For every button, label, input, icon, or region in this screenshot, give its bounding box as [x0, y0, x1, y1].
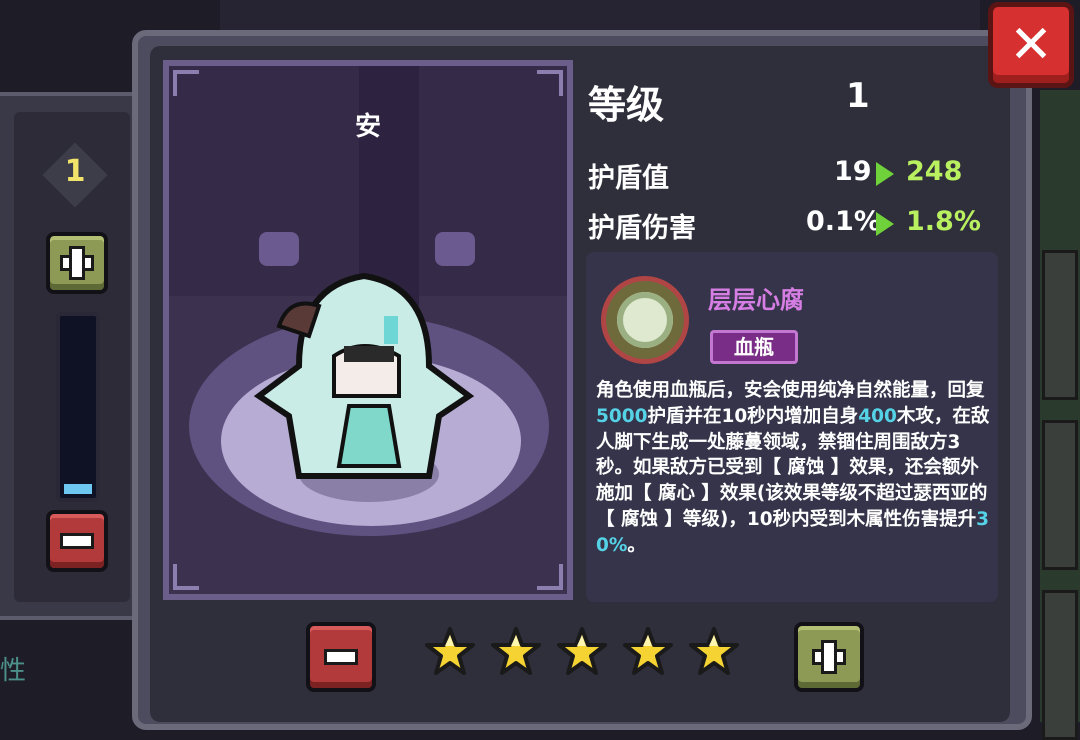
star-icon	[490, 626, 542, 678]
background-card	[1042, 590, 1078, 740]
rose-emblem	[617, 292, 673, 348]
minus-icon	[60, 524, 94, 558]
side-tab-label[interactable]: 性	[0, 650, 26, 687]
skill-name: 层层心腐	[708, 286, 804, 314]
skill-text: 。	[627, 534, 646, 556]
skill-text: 角色使用血瓶后，安会使用纯净自然能量，回复	[596, 380, 985, 401]
upgrade-arrow-icon	[876, 212, 894, 236]
close-icon: ✕	[1009, 15, 1053, 75]
character-sprite	[253, 272, 475, 479]
shield-damage-new-value: 1.8%	[906, 206, 981, 237]
quantity-slider[interactable]	[56, 312, 100, 502]
star-icon	[424, 626, 476, 678]
character-name: 安	[354, 112, 381, 142]
close-button[interactable]: ✕	[988, 2, 1074, 88]
skill-tag-badge: 血瓶	[710, 330, 798, 364]
shield-new-value: 248	[906, 156, 963, 187]
star-icon	[622, 626, 674, 678]
shield-damage-old-value: 0.1%	[806, 206, 881, 237]
quantity-value: 1	[64, 154, 86, 189]
skill-text: 护盾并在10秒内增加自身	[647, 405, 859, 427]
top-background-strip	[220, 0, 980, 34]
upgrade-arrow-icon	[876, 162, 894, 186]
increase-star-button[interactable]	[794, 622, 864, 692]
background-card	[1042, 420, 1078, 570]
frame-corner	[537, 564, 563, 590]
frame-corner	[537, 70, 563, 96]
increase-quantity-button[interactable]	[46, 232, 108, 294]
decrease-quantity-button[interactable]	[46, 510, 108, 572]
background-card	[1042, 250, 1078, 400]
frame-corner	[173, 564, 199, 590]
skill-highlight-value: 5000	[596, 405, 648, 427]
plus-icon	[60, 246, 94, 280]
shield-damage-label: 护盾伤害	[588, 213, 696, 244]
skill-highlight-value: 400	[858, 405, 897, 427]
level-label: 等级	[588, 83, 665, 127]
plus-icon	[812, 640, 846, 674]
right-background-panel	[1040, 90, 1080, 740]
minus-icon	[324, 640, 358, 674]
skill-rose-icon[interactable]	[601, 276, 689, 364]
quantity-display: 1	[40, 140, 110, 210]
level-value: 1	[846, 76, 870, 116]
star-icon	[556, 626, 608, 678]
frame-corner	[173, 70, 199, 96]
character-portrait: 安	[163, 60, 573, 600]
slider-fill	[64, 484, 92, 494]
shield-label: 护盾值	[588, 163, 669, 194]
skill-description: 角色使用血瓶后，安会使用纯净自然能量，回复 5000护盾并在10秒内增加自身400…	[596, 378, 994, 559]
star-icon	[688, 626, 740, 678]
shield-old-value: 19	[834, 156, 872, 187]
decrease-star-button[interactable]	[306, 622, 376, 692]
